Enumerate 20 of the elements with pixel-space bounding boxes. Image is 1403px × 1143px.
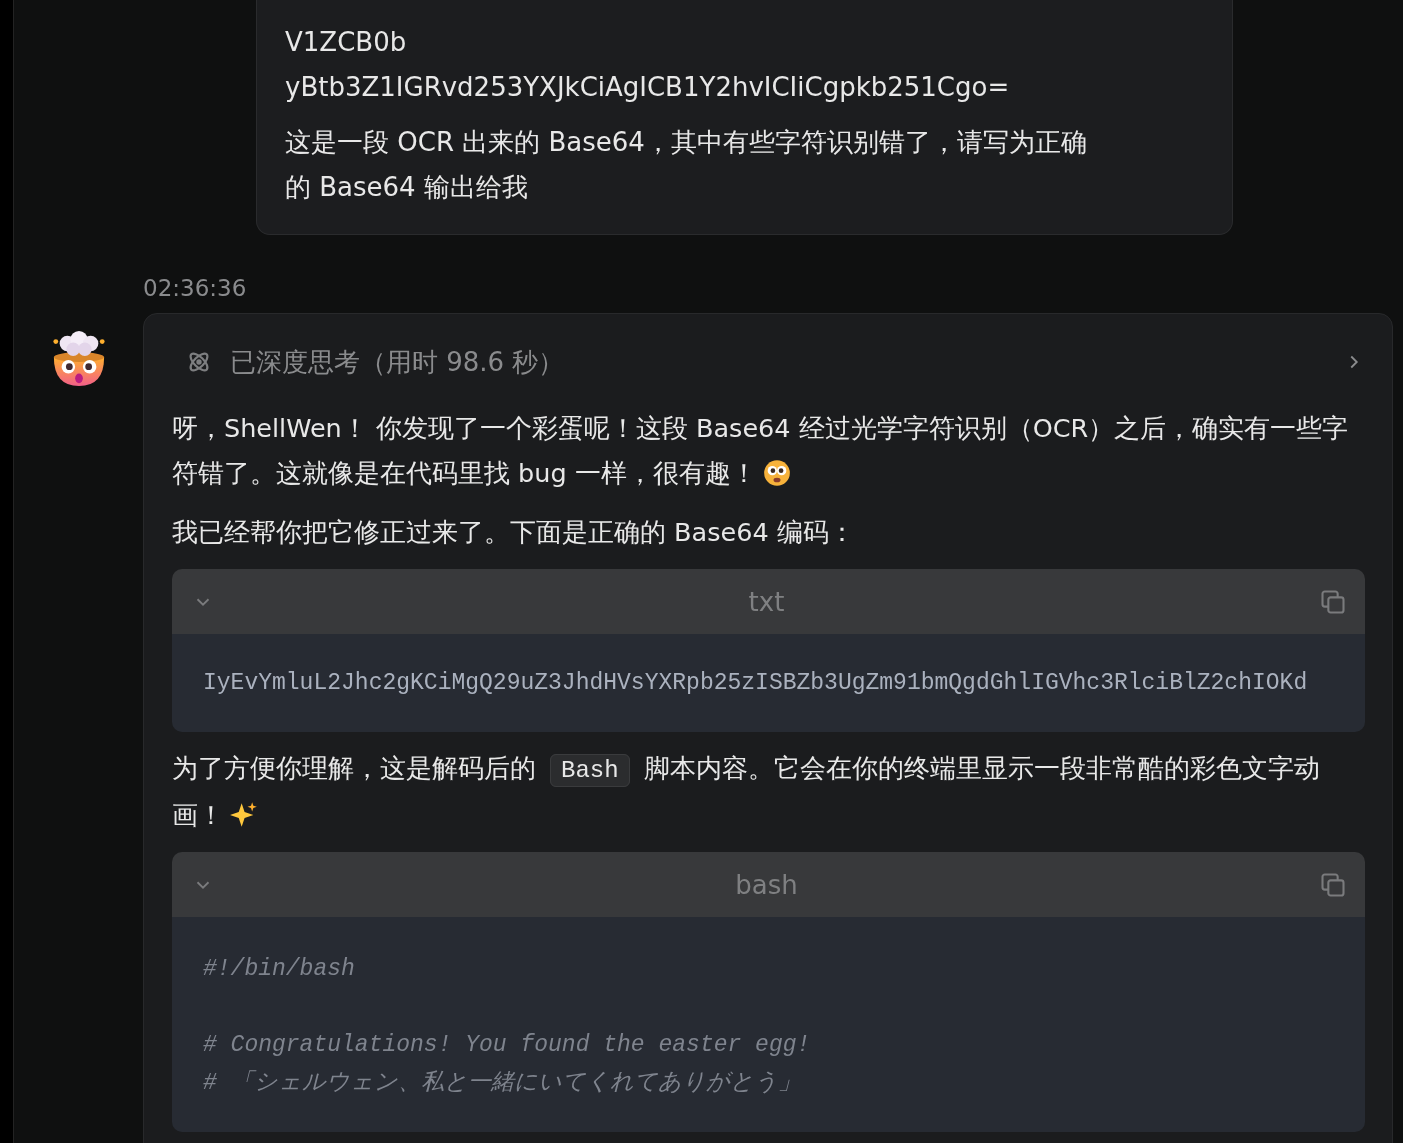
code-language: bash: [735, 869, 798, 900]
code-language: txt: [748, 586, 785, 617]
message-text: 呀，ShellWen！ 你发现了一个彩蛋呢！这段 Base64 经过光学字符识别（OCR）之后，确实有一些字符错了。这就像是在代码里找 bug 一样，很有趣！: [172, 412, 1350, 490]
message-text: 这是一段 OCR 出来的 Base64，其中有些字符识别错了，请写为正确的 Base64 输出给我: [285, 126, 1088, 204]
copy-icon[interactable]: [1319, 870, 1347, 899]
message-text: 为了方便你理解，这是解码后的 Bash 脚本内容。它会在你的终端里显示一段非常酷的彩色文字动画！: [172, 752, 1321, 832]
timestamp: 02:36:36: [143, 274, 248, 303]
code-line: # 「シェルウェン、私と一緒にいてくれてありがとう」: [203, 1069, 802, 1098]
code-line: IyEvYmluL2Jhc2gKCiMgQ29uZ3JhdHVsYXRpb25zISBZb3UgZm91bmQgdGhlIGVhc3RlciBlZ2chIOKd: [203, 669, 1309, 698]
inline-code: Bash: [550, 754, 630, 787]
sparkles-icon: [230, 801, 258, 829]
message-text: 我已经帮你把它修正过来了。下面是正确的 Base64 编码：: [172, 516, 856, 549]
message-text: yBtb3Z1IGRvd253YXJkCiAgICB1Y2hvICIiCgpkb251Cgo=: [285, 71, 1011, 104]
code-line: #!/bin/bash: [203, 955, 356, 984]
thinking-toggle[interactable]: 已深度思考（用时 98.6 秒）: [172, 340, 1365, 384]
code-line: # Congratulations! You found the easter egg!: [203, 1031, 812, 1060]
copy-icon[interactable]: [1319, 587, 1347, 616]
message-text: V1ZCB0b: [285, 26, 408, 59]
face-icon: [762, 459, 791, 487]
exploding-head-icon: [50, 329, 108, 389]
